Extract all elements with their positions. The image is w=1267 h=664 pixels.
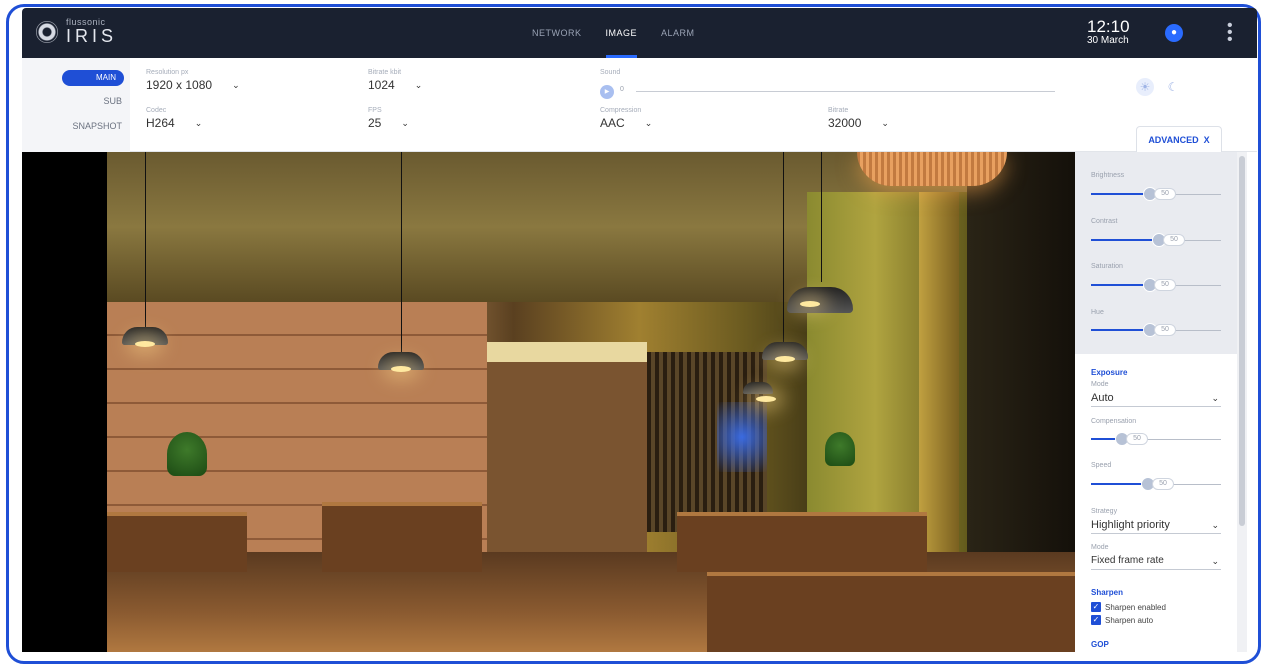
camera-image	[107, 152, 1075, 652]
bitrate-value: 32000	[828, 116, 862, 130]
nav-image[interactable]: IMAGE	[605, 8, 638, 58]
bitrate-label: Bitrate	[828, 107, 849, 114]
codec-value: H264	[146, 116, 175, 130]
chevron-down-icon: ⌄	[1211, 556, 1219, 566]
nav-alarm[interactable]: ALARM	[661, 8, 695, 58]
resolution-field[interactable]: Resolution px 1920 x 1080 ⌄	[146, 68, 240, 93]
compression-value: AAC	[600, 116, 625, 130]
frame-mode-select[interactable]: Fixed frame rate ⌄	[1091, 552, 1221, 570]
codec-label: Codec	[146, 107, 167, 114]
advanced-panel: Brightness 50 Contrast 50 Saturation 50 …	[1075, 152, 1245, 652]
fps-label: FPS	[368, 107, 382, 114]
strategy-label: Strategy	[1091, 508, 1118, 515]
chevron-down-icon: ⌄	[232, 80, 240, 90]
sharpen-auto-label: Sharpen auto	[1105, 615, 1154, 625]
exposure-title: Exposure	[1091, 368, 1128, 377]
chevron-down-icon: ⌄	[194, 118, 203, 128]
gop-title: GOP	[1091, 640, 1109, 649]
strategy-value: Highlight priority	[1091, 519, 1170, 531]
video-preview[interactable]	[22, 152, 1075, 652]
compensation-label: Compensation	[1091, 418, 1137, 425]
hue-label: Hue	[1091, 309, 1104, 316]
chevron-down-icon: ⌄	[401, 118, 409, 128]
nav-network[interactable]: NETWORK	[532, 8, 582, 58]
logo: flussonic IRIS	[36, 18, 117, 45]
sharpen-auto-checkbox[interactable]: ✓ Sharpen auto	[1091, 615, 1153, 625]
bitrate-field[interactable]: Bitrate 32000 ⌄	[828, 106, 889, 131]
image-adjust-section: Brightness 50 Contrast 50 Saturation 50 …	[1075, 152, 1237, 354]
brightness-value: 50	[1154, 188, 1176, 200]
shield-icon[interactable]: ●	[1165, 24, 1183, 42]
sound-field: Sound	[600, 68, 620, 77]
stream-selector: MAIN SUB SNAPSHOT	[22, 58, 130, 152]
theme-toggle[interactable]: ☀ ☾	[1136, 78, 1182, 96]
chevron-down-icon: ⌄	[881, 118, 889, 128]
speed-value: 50	[1152, 478, 1174, 490]
speed-label: Speed	[1091, 462, 1112, 469]
sound-value: 0	[620, 86, 624, 93]
compensation-slider[interactable]: 50	[1091, 432, 1221, 446]
close-icon[interactable]: X	[1204, 135, 1210, 145]
top-bar: flussonic IRIS NETWORK IMAGE ALARM 12:10…	[22, 8, 1257, 58]
fps-value: 25	[368, 116, 382, 130]
chevron-down-icon: ⌄	[414, 80, 423, 90]
chevron-down-icon: ⌄	[644, 118, 653, 128]
frame-mode-label: Mode	[1091, 544, 1109, 551]
clock-time: 12:10	[1087, 17, 1130, 36]
sharpen-title: Sharpen	[1091, 588, 1124, 597]
advanced-tab-label: ADVANCED	[1148, 135, 1199, 145]
speed-slider[interactable]: 50	[1091, 477, 1221, 491]
exposure-mode-select[interactable]: Auto ⌄	[1091, 389, 1221, 407]
compensation-value: 50	[1126, 433, 1148, 445]
sun-icon[interactable]: ☀	[1136, 78, 1154, 96]
panel-scrollbar[interactable]	[1237, 152, 1247, 652]
check-icon: ✓	[1091, 615, 1101, 625]
check-icon: ✓	[1091, 602, 1101, 612]
stream-settings: MAIN SUB SNAPSHOT Resolution px 1920 x 1…	[22, 58, 1257, 152]
clock-date: 30 March	[1087, 35, 1129, 46]
sound-track	[636, 91, 1055, 92]
strategy-select[interactable]: Highlight priority ⌄	[1091, 516, 1221, 534]
sound-knob[interactable]: ▶	[600, 85, 614, 99]
bitrate-kbit-value: 1024	[368, 78, 395, 92]
logo-icon	[36, 20, 58, 43]
advanced-tab[interactable]: ADVANCED X	[1136, 126, 1222, 152]
brightness-label: Brightness	[1091, 172, 1125, 179]
sound-label: Sound	[600, 69, 621, 76]
bitrate-kbit-field[interactable]: Bitrate kbit 1024 ⌄	[368, 68, 422, 93]
stream-snapshot-button[interactable]: SNAPSHOT	[72, 121, 122, 131]
hue-slider[interactable]: 50	[1091, 323, 1221, 337]
clock: 12:10 30 March	[1087, 18, 1130, 47]
stream-sub-button[interactable]: SUB	[103, 96, 122, 106]
fps-field[interactable]: FPS 25 ⌄	[368, 106, 409, 131]
stream-main-button[interactable]: MAIN	[62, 70, 124, 86]
saturation-value: 50	[1154, 279, 1176, 291]
bitrate-kbit-label: Bitrate kbit	[368, 69, 402, 76]
sharpen-enabled-checkbox[interactable]: ✓ Sharpen enabled	[1091, 602, 1166, 612]
contrast-value: 50	[1163, 234, 1185, 246]
exposure-mode-value: Auto	[1091, 392, 1114, 404]
saturation-label: Saturation	[1091, 263, 1123, 270]
frame-mode-value: Fixed frame rate	[1091, 555, 1164, 566]
brand-name: IRIS	[66, 26, 118, 46]
main-nav: NETWORK IMAGE ALARM	[532, 8, 695, 58]
moon-icon[interactable]: ☾	[1164, 78, 1182, 96]
hue-value: 50	[1154, 324, 1176, 336]
sharpen-enabled-label: Sharpen enabled	[1105, 602, 1166, 612]
chevron-down-icon: ⌄	[1211, 520, 1219, 530]
contrast-slider[interactable]: 50	[1091, 233, 1221, 247]
brightness-slider[interactable]: 50	[1091, 187, 1221, 201]
compression-label: Compression	[600, 107, 642, 114]
exposure-mode-label: Mode	[1091, 381, 1109, 388]
sound-slider[interactable]: ▶ 0	[600, 85, 1055, 99]
chevron-down-icon: ⌄	[1211, 393, 1219, 403]
more-vert-icon[interactable]: • • •	[1227, 18, 1233, 48]
contrast-label: Contrast	[1091, 218, 1118, 225]
saturation-slider[interactable]: 50	[1091, 278, 1221, 292]
scroll-thumb[interactable]	[1239, 156, 1245, 526]
codec-field[interactable]: Codec H264 ⌄	[146, 106, 202, 131]
compression-field[interactable]: Compression AAC ⌄	[600, 106, 652, 131]
resolution-value: 1920 x 1080	[146, 78, 213, 92]
resolution-label: Resolution px	[146, 69, 189, 76]
